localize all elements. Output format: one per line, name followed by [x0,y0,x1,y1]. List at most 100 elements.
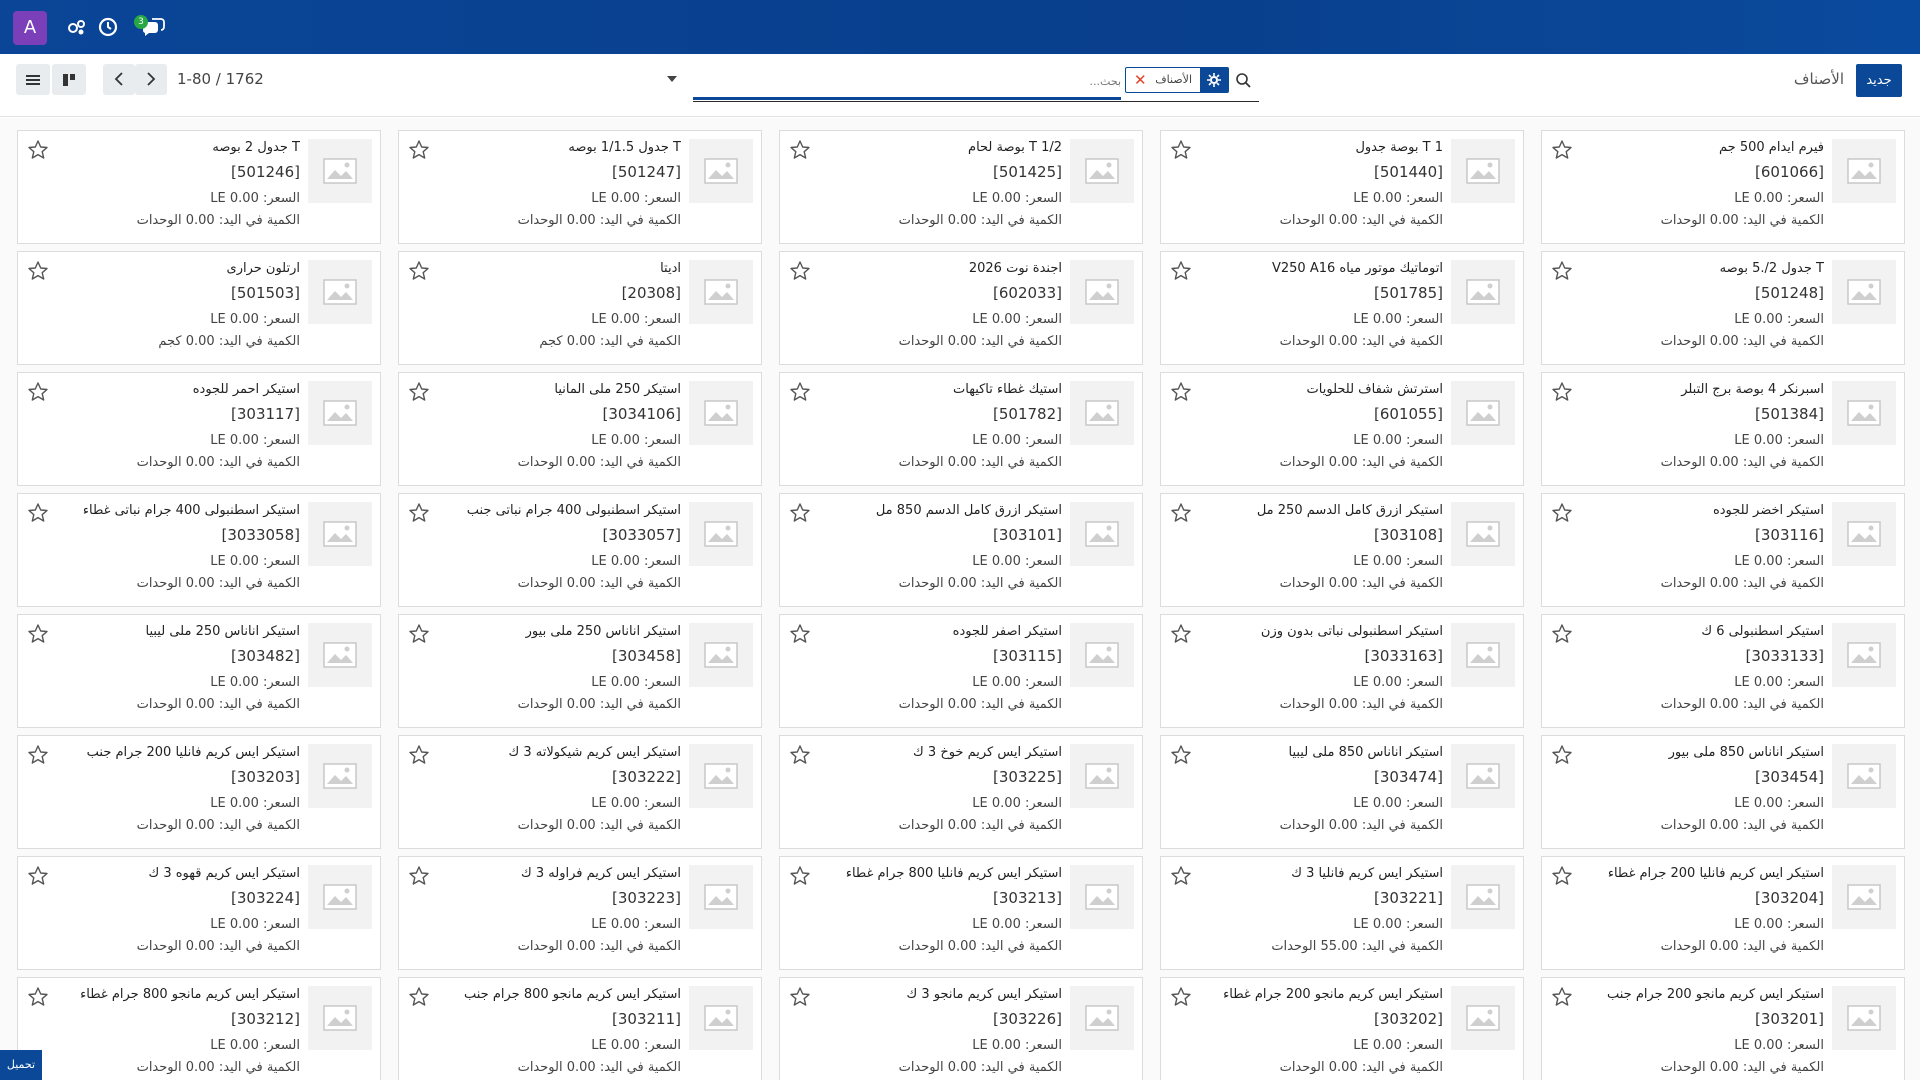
favorite-star-icon[interactable] [1170,744,1192,766]
search-icon[interactable] [1233,70,1255,92]
product-card[interactable]: استيكر 250 ملى المانيا [3034106] السعر: LE… [398,372,762,486]
product-card[interactable]: استيكر ايس كريم فانليا 3 ك [303221] السعر:… [1160,856,1524,970]
product-card[interactable]: استيكر ايس كريم شيكولاته 3 ك [303222] السع… [398,735,762,849]
favorite-star-icon[interactable] [789,502,811,524]
qty-unit: الوحدات [136,697,182,712]
product-card[interactable]: استيكر ايس كريم مانجو 800 جرام جنب [30321… [398,977,762,1080]
product-card[interactable]: استيكر اناناس 250 ملى بيور [303458] السعر:… [398,614,762,728]
favorite-star-icon[interactable] [789,381,811,403]
product-card[interactable]: T 1/2 بوصة لحام [501425] السعر: LE 0.00 الك… [779,130,1143,244]
favorite-star-icon[interactable] [1551,744,1573,766]
product-card[interactable]: استيكر اسطنبولى نباتى بدون وزن [3033163] ا… [1160,614,1524,728]
favorite-star-icon[interactable] [1551,865,1573,887]
load-more-button[interactable]: تحميل [0,1050,42,1080]
product-card[interactable]: استيكر ايس كريم خوخ 3 ك [303225] السعر: LE… [779,735,1143,849]
favorite-star-icon[interactable] [408,744,430,766]
product-card[interactable]: استيكر اصفر للجوده [303115] السعر: LE 0.00… [779,614,1143,728]
search-options-caret-icon[interactable] [667,76,677,82]
product-card[interactable]: فيرم ايدام 500 جم [601066] السعر: LE 0.00 ا… [1541,130,1905,244]
product-card[interactable]: استيكر ايس كريم فانليا 200 جرام غطاء [303… [1541,856,1905,970]
product-card[interactable]: استيكر ايس كريم مانجو 200 جرام غطاء [3032… [1160,977,1524,1080]
product-card[interactable]: اسبرنكر 4 بوصة برج التبلر [501384] السعر: … [1541,372,1905,486]
product-card[interactable]: استيكر ايس كريم مانجو 800 جرام غطاء [3032… [17,977,381,1080]
price-label: السعر: [1025,312,1062,327]
favorite-star-icon[interactable] [408,260,430,282]
search-input[interactable] [721,70,1121,92]
product-card[interactable]: استيكر ايس كريم فراوله 3 ك [303223] السعر:… [398,856,762,970]
product-card[interactable]: استيكر اسطنبولى 400 جرام نباتى جنب [30330… [398,493,762,607]
favorite-star-icon[interactable] [1551,260,1573,282]
product-card[interactable]: استيكر ازرق كامل الدسم 250 مل [303108] الس… [1160,493,1524,607]
pager-value[interactable]: 1-80 / 1762 [177,70,264,88]
product-card[interactable]: استيكر ازرق كامل الدسم 850 مل [303101] الس… [779,493,1143,607]
favorite-star-icon[interactable] [1170,865,1192,887]
favorite-star-icon[interactable] [1170,139,1192,161]
product-code: [303226] [993,1010,1062,1028]
product-card[interactable]: اديتا [20308] السعر: LE 0.00 الكمية في اليد… [398,251,762,365]
list-view-button[interactable] [16,64,50,95]
user-avatar[interactable]: A [13,11,47,45]
favorite-star-icon[interactable] [1170,623,1192,645]
favorite-star-icon[interactable] [1551,139,1573,161]
product-card[interactable]: T جدول 2 بوصه [501246] السعر: LE 0.00 الكمي… [17,130,381,244]
pager-previous-button[interactable] [103,64,135,95]
favorite-star-icon[interactable] [1170,381,1192,403]
search-facet[interactable]: الأصناف ✕ [1125,67,1229,93]
favorite-star-icon[interactable] [27,986,49,1008]
kanban-view-button[interactable] [52,64,86,95]
favorite-star-icon[interactable] [789,139,811,161]
favorite-star-icon[interactable] [789,260,811,282]
product-card[interactable]: استيكر ايس كريم مانجو 3 ك [303226] السعر: … [779,977,1143,1080]
favorite-star-icon[interactable] [408,502,430,524]
product-card[interactable]: استيكر ايس كريم فانليا 200 جرام جنب [3032… [17,735,381,849]
favorite-star-icon[interactable] [27,502,49,524]
product-card[interactable]: استيكر احمر للجوده [303117] السعر: LE 0.00… [17,372,381,486]
favorite-star-icon[interactable] [408,381,430,403]
favorite-star-icon[interactable] [789,744,811,766]
product-card[interactable]: ارتلون حرارى [501503] السعر: LE 0.00 الكمية… [17,251,381,365]
favorite-star-icon[interactable] [408,986,430,1008]
clock-icon[interactable] [95,14,121,40]
favorite-star-icon[interactable] [1170,986,1192,1008]
product-card[interactable]: استيكر ايس كريم فانليا 800 جرام غطاء [303… [779,856,1143,970]
product-card[interactable]: T 1 بوصة جدول [501440] السعر: LE 0.00 الكمي… [1160,130,1524,244]
product-card[interactable]: استيكر اناناس 850 ملى بيور [303454] السعر:… [1541,735,1905,849]
currency: LE [210,554,226,569]
product-card[interactable]: استيكر اسطنبولى 400 جرام نباتى غطاء [3033… [17,493,381,607]
favorite-star-icon[interactable] [789,623,811,645]
favorite-star-icon[interactable] [789,865,811,887]
favorite-star-icon[interactable] [1551,502,1573,524]
favorite-star-icon[interactable] [1551,986,1573,1008]
product-card[interactable]: استيكر اسطنبولى 6 ك [3033133] السعر: LE 0.… [1541,614,1905,728]
price-value: 0.00 [1753,433,1783,448]
favorite-star-icon[interactable] [27,744,49,766]
product-card[interactable]: اجندة نوت 2026 [602033] السعر: LE 0.00 الكم… [779,251,1143,365]
product-card[interactable]: استيكر اناناس 850 ملى ليبيا [303474] السعر… [1160,735,1524,849]
new-button[interactable]: جديد [1856,64,1902,97]
product-card[interactable]: استيك غطاء تاكيهات [501782] السعر: LE 0.00… [779,372,1143,486]
favorite-star-icon[interactable] [1551,381,1573,403]
favorite-star-icon[interactable] [27,623,49,645]
favorite-star-icon[interactable] [789,986,811,1008]
product-card[interactable]: اتوماتيك موتور مياه V250 A16 [501785] السع… [1160,251,1524,365]
product-card[interactable]: استيكر ايس كريم مانجو 200 جرام جنب [30320… [1541,977,1905,1080]
product-card[interactable]: استرتش شفاف للحلويات [601055] السعر: LE 0.… [1160,372,1524,486]
remove-facet-icon[interactable]: ✕ [1134,71,1147,89]
favorite-star-icon[interactable] [1551,623,1573,645]
favorite-star-icon[interactable] [27,139,49,161]
pager-next-button[interactable] [135,64,167,95]
favorite-star-icon[interactable] [408,865,430,887]
product-card[interactable]: استيكر اخضر للجوده [303116] السعر: LE 0.00… [1541,493,1905,607]
favorite-star-icon[interactable] [408,139,430,161]
product-card[interactable]: استيكر ايس كريم قهوه 3 ك [303224] السعر: L… [17,856,381,970]
product-card[interactable]: استيكر اناناس 250 ملى ليبيا [303482] السعر… [17,614,381,728]
settings-cluster-icon[interactable] [64,14,90,40]
product-card[interactable]: T جدول 2/.5 بوصه [501248] السعر: LE 0.00 ال… [1541,251,1905,365]
favorite-star-icon[interactable] [408,623,430,645]
favorite-star-icon[interactable] [27,865,49,887]
favorite-star-icon[interactable] [27,260,49,282]
favorite-star-icon[interactable] [1170,502,1192,524]
favorite-star-icon[interactable] [1170,260,1192,282]
product-card[interactable]: T جدول 1/1.5 بوصه [501247] السعر: LE 0.00 ا… [398,130,762,244]
favorite-star-icon[interactable] [27,381,49,403]
